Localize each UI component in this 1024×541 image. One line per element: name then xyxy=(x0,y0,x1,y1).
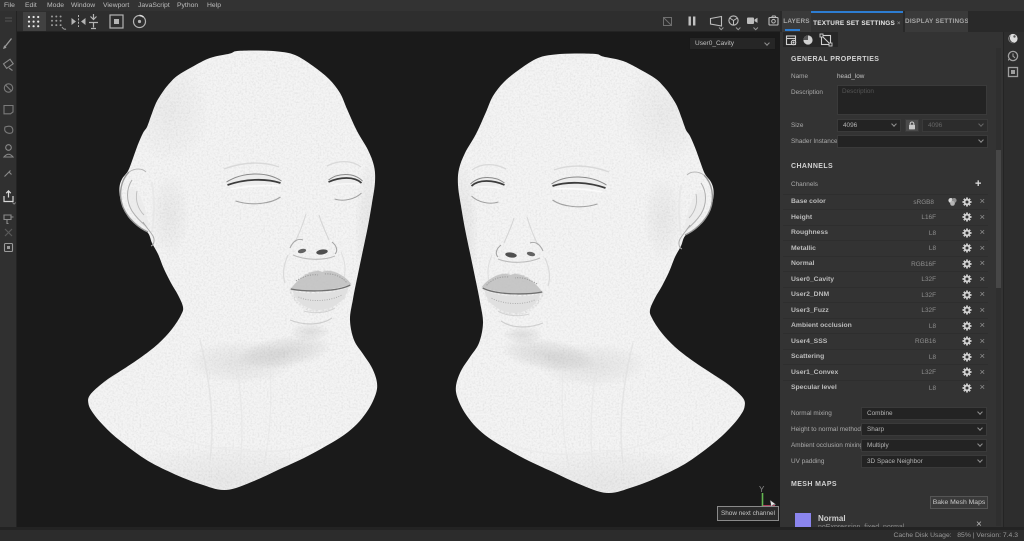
svg-text:Y: Y xyxy=(759,485,765,494)
